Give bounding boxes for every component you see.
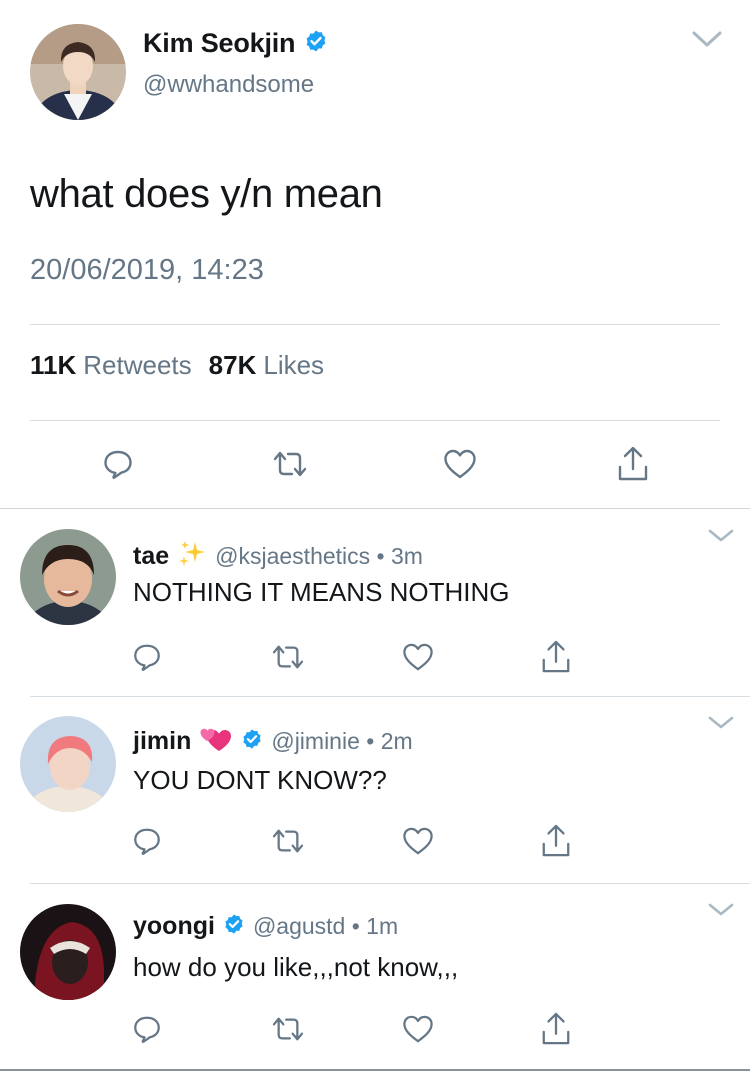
retweet-icon [270,827,306,855]
like-button[interactable] [401,640,435,674]
divider [30,324,720,325]
reply-button[interactable] [130,824,164,858]
retweet-button[interactable] [270,1012,306,1046]
reply-header: tae @ksjaesthetics • 3m [133,539,423,574]
reply-button[interactable] [100,446,136,482]
comment-bubble-icon [132,826,162,856]
retweet-button[interactable] [270,446,310,482]
reply-header: jimin @jiminie • 2m [133,725,413,758]
reply-handle-time: @agustd • 1m [252,913,399,939]
retweet-icon [271,449,309,479]
reply-avatar[interactable] [20,716,116,812]
reply-tweet[interactable]: yoongi @agustd • 1m how do you like,,,no… [0,884,750,1072]
share-icon [540,823,572,859]
retweet-button[interactable] [270,824,306,858]
reply-author-name[interactable]: jimin [133,727,191,756]
retweets-label: Retweets [83,350,192,380]
author-avatar[interactable] [30,24,126,120]
share-button[interactable] [614,444,652,484]
reply-tweet[interactable]: tae @ksjaesthetics • 3m NOTHING IT MEANS… [0,509,750,696]
reply-author-name[interactable]: tae [133,542,169,571]
heart-icon [443,448,477,480]
tweet-text: what does y/n mean [30,172,383,216]
sparkles-icon [177,539,207,574]
heart-icon [402,826,434,856]
comment-bubble-icon [132,1014,162,1044]
two-hearts-icon [199,725,233,758]
retweets-count: 11K [30,350,77,380]
share-button[interactable] [537,1010,575,1048]
reply-author-name[interactable]: yoongi [133,912,215,941]
share-icon [540,1011,572,1047]
author-name[interactable]: Kim Seokjin [143,28,296,59]
author-name-row: Kim Seokjin [143,28,328,59]
share-icon [616,445,650,483]
heart-icon [402,1014,434,1044]
share-button[interactable] [537,638,575,676]
divider [30,420,720,421]
comment-bubble-icon [132,642,162,672]
retweet-icon [270,1015,306,1043]
reply-avatar[interactable] [20,529,116,625]
chevron-down-icon[interactable] [708,903,734,917]
share-icon [540,639,572,675]
retweet-button[interactable] [270,640,306,674]
reply-handle-time: @ksjaesthetics • 3m [215,543,423,569]
likes-count: 87K [208,350,257,380]
chevron-down-icon[interactable] [708,716,734,730]
reply-text: how do you like,,,not know,,, [133,952,459,982]
verified-badge-icon [304,29,328,58]
verified-badge-icon [241,728,263,755]
reply-button[interactable] [130,1012,164,1046]
share-button[interactable] [537,822,575,860]
reply-text: YOU DONT KNOW?? [133,765,387,795]
reply-text: NOTHING IT MEANS NOTHING [133,577,510,607]
like-button[interactable] [442,446,478,482]
main-tweet: Kim Seokjin @wwhandsome what does y/n me… [0,0,750,508]
tweet-stats: 11K Retweets 87K Likes [30,350,324,381]
verified-badge-icon [223,913,245,940]
retweet-icon [270,643,306,671]
retweets-stat[interactable]: 11K Retweets [30,350,192,381]
bottom-divider [0,1069,750,1071]
like-button[interactable] [401,1012,435,1046]
reply-button[interactable] [130,640,164,674]
tweet-timestamp: 20/06/2019, 14:23 [30,254,264,286]
author-handle[interactable]: @wwhandsome [143,71,314,99]
reply-header: yoongi @agustd • 1m [133,912,398,941]
heart-icon [402,642,434,672]
reply-handle-time: @jiminie • 2m [271,728,413,754]
chevron-down-icon[interactable] [692,30,722,48]
reply-tweet[interactable]: jimin @jiminie • 2m YOU DONT KNOW?? [0,697,750,884]
chevron-down-icon[interactable] [708,529,734,543]
comment-bubble-icon [102,448,134,480]
likes-stat[interactable]: 87K Likes [209,350,324,381]
like-button[interactable] [401,824,435,858]
likes-label: Likes [263,350,325,380]
reply-avatar[interactable] [20,904,116,1000]
